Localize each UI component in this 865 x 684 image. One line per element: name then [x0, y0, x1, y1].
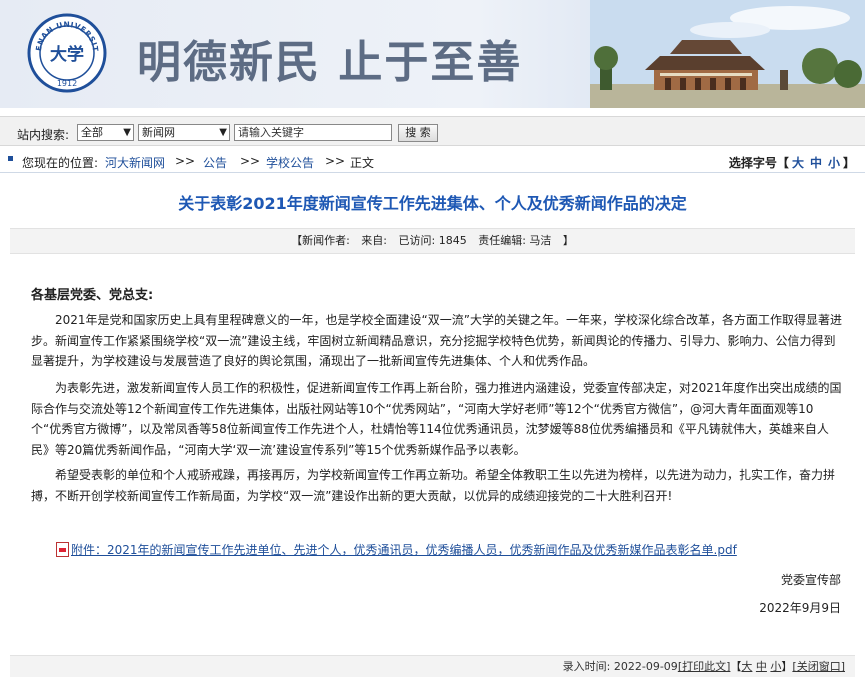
breadcrumb-separator: >> [175, 154, 196, 168]
font-size-large[interactable]: 大 [792, 156, 804, 170]
meta-close: 】 [562, 234, 574, 247]
logo-year: 1912 [57, 79, 77, 88]
pdf-icon [56, 542, 69, 557]
search-label: 站内搜索: [17, 128, 70, 142]
attachment: 附件：2021年的新闻宣传工作先进单位、先进个人，优秀通讯员，优秀编播人员，优秀… [56, 541, 737, 558]
meta-editor: 责任编辑: 马洁 [478, 234, 552, 247]
breadcrumb-separator: >> [240, 154, 261, 168]
paragraph-1: 2021年是党和国家历史上具有里程碑意义的一年，也是学校全面建设“双一流”大学的… [31, 313, 842, 368]
font-size-end: 】 [842, 156, 855, 170]
breadcrumb-separator: >> [325, 154, 346, 168]
paragraph-3: 希望受表彰的单位和个人戒骄戒躁，再接再厉，为学校新闻宣传工作再立新功。希望全体教… [31, 468, 836, 503]
bullet-icon [8, 156, 13, 161]
search-input[interactable]: 请输入关键字 [234, 124, 392, 141]
font-size-selector: 选择字号【大中小】 [729, 154, 855, 171]
search-button[interactable]: 搜 索 [398, 124, 438, 142]
meta-visits: 已访问: 1845 [398, 234, 467, 247]
paragraph-2: 为表彰先进，激发新闻宣传人员工作的积极性，促进新闻宣传工作再上新台阶，强力推进内… [31, 381, 842, 457]
search-site-value: 新闻网 [142, 126, 175, 139]
breadcrumb-link-news[interactable]: 河大新闻网 [105, 154, 165, 171]
close-window-link[interactable]: [关闭窗口] [792, 660, 845, 673]
footer-size-open: 【 [730, 660, 742, 673]
salutation: 各基层党委、党总支: [31, 288, 154, 303]
header-banner: HENAN UNIVERSITY 大学 1912 明德新民 止于至善 [0, 0, 865, 108]
article-title: 关于表彰2021年度新闻宣传工作先进集体、个人及优秀新闻作品的决定 [178, 194, 687, 213]
print-link[interactable]: [打印此文] [678, 660, 731, 673]
publish-date: 2022年9月9日 [759, 601, 841, 615]
breadcrumb-link-notices[interactable]: 公告 [203, 154, 227, 171]
breadcrumb-link-school-notices[interactable]: 学校公告 [266, 154, 314, 171]
breadcrumb: 您现在的位置: 河大新闻网 >> 公告 >> 学校公告 >> 正文 选择字号【大… [0, 149, 865, 173]
signature: 党委宣传部 [780, 573, 841, 587]
chevron-down-icon: ▼ [123, 127, 131, 138]
site-search-bar: 站内搜索: 全部 ▼ 新闻网 ▼ 请输入关键字 搜 索 [0, 116, 865, 146]
logo-center-text: 大学 [50, 44, 84, 65]
record-time: 录入时间: 2022-09-09 [562, 660, 678, 673]
breadcrumb-current: 正文 [350, 156, 375, 170]
footer-size-medium[interactable]: 中 [756, 660, 767, 673]
article-footer: 录入时间: 2022-09-09[打印此文]【大 中 小】[关闭窗口] [10, 655, 855, 677]
footer-size-large[interactable]: 大 [741, 660, 752, 673]
article-meta: 【新闻作者: 来自: 已访问: 1845 责任编辑: 马洁 】 [10, 228, 855, 254]
meta-source: 来自: [361, 234, 388, 247]
meta-author: 【新闻作者: [291, 234, 350, 247]
footer-size-close: 】 [781, 660, 793, 673]
building-illustration [590, 0, 865, 108]
footer-size-small[interactable]: 小 [770, 660, 781, 673]
search-scope-value: 全部 [81, 126, 103, 139]
font-size-label: 选择字号【 [728, 156, 789, 170]
university-logo: HENAN UNIVERSITY 大学 1912 [27, 13, 107, 93]
motto: 明德新民 止于至善 [137, 37, 523, 88]
font-size-small[interactable]: 小 [828, 156, 840, 170]
search-site-select[interactable]: 新闻网 ▼ [138, 124, 230, 141]
chevron-down-icon: ▼ [219, 127, 227, 138]
attachment-link[interactable]: 附件：2021年的新闻宣传工作先进单位、先进个人，优秀通讯员，优秀编播人员，优秀… [71, 543, 737, 557]
font-size-medium[interactable]: 中 [810, 156, 822, 170]
search-scope-select[interactable]: 全部 ▼ [77, 124, 134, 141]
breadcrumb-prefix: 您现在的位置: [22, 156, 99, 170]
